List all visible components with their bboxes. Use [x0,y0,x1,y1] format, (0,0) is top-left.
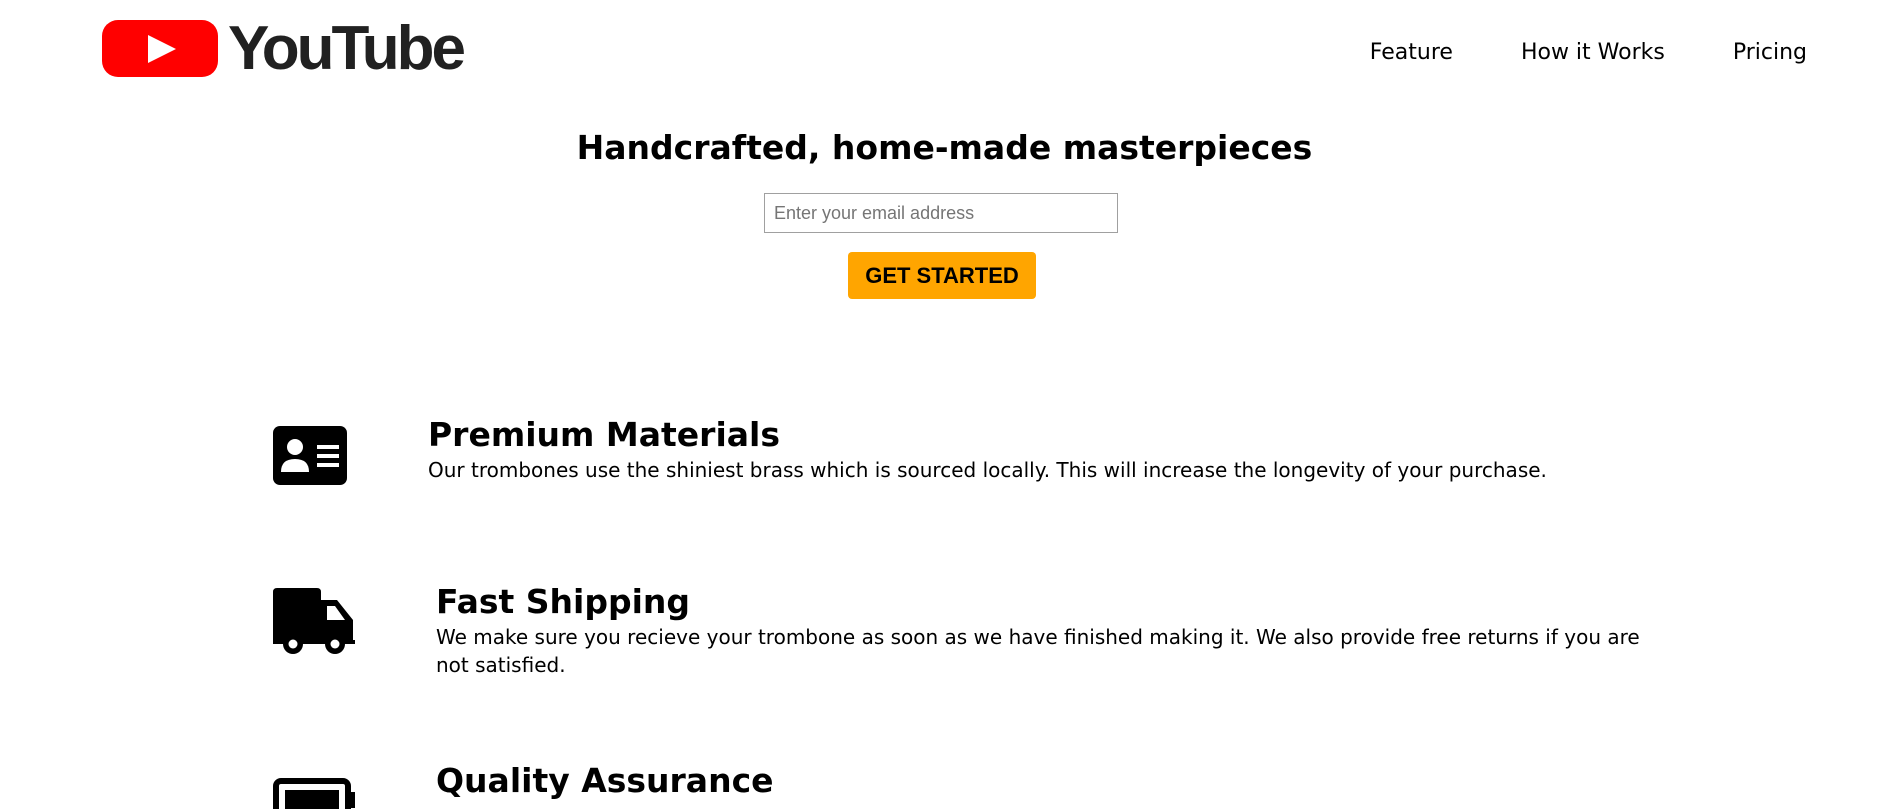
nav-link-pricing[interactable]: Pricing [1733,40,1807,65]
logo-wordmark: YouTube [228,14,466,83]
feature-title: Fast Shipping [436,582,691,621]
feature-text: Our trombones use the shiniest brass whi… [428,458,1547,482]
landing-page: YouTube Feature How it Works Pricing Han… [0,0,1889,809]
feature-text: We make sure you recieve your trombone a… [436,625,1640,677]
feature-title: Premium Materials [428,415,780,454]
get-started-button[interactable]: GET STARTED [848,252,1036,299]
youtube-logo[interactable]: YouTube [102,14,466,83]
truck-icon [273,588,355,658]
hero-title: Handcrafted, home-made masterpieces [576,128,1313,167]
play-button-icon [102,20,218,77]
battery-icon [273,778,355,809]
email-input[interactable] [764,193,1118,233]
main-nav: Feature How it Works Pricing [1370,40,1807,65]
nav-link-feature[interactable]: Feature [1370,40,1453,65]
nav-link-how-it-works[interactable]: How it Works [1521,40,1665,65]
id-card-icon [273,426,347,489]
feature-title: Quality Assurance [436,761,774,800]
